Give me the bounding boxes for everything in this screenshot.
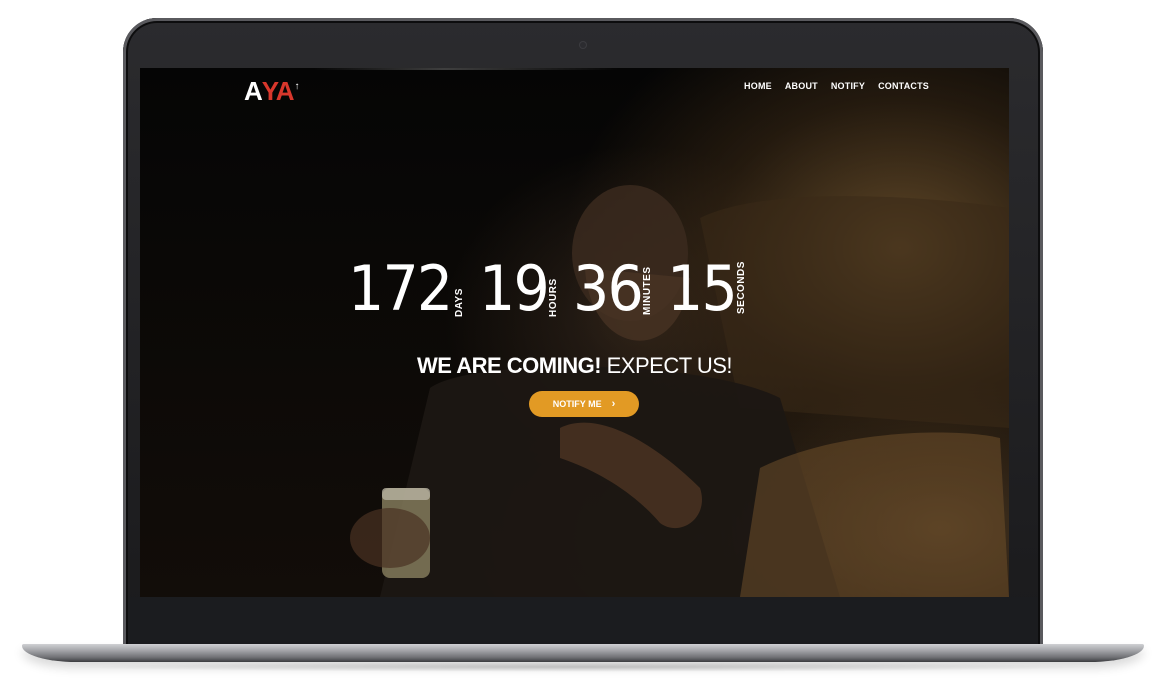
countdown-days: 172 DAYS	[348, 256, 479, 322]
days-label: DAYS	[454, 288, 466, 317]
laptop-shadow	[60, 662, 1104, 672]
background-photo	[350, 185, 1009, 597]
nav-home[interactable]: HOME	[744, 81, 772, 91]
headline-regular: EXPECT US!	[601, 353, 733, 378]
nav-about[interactable]: ABOUT	[785, 81, 818, 91]
countdown-seconds: 15 SECONDS	[667, 256, 761, 322]
screen-top-line	[140, 68, 1009, 70]
notify-me-label: NOTIFY ME	[552, 399, 602, 409]
seconds-label: SECONDS	[736, 261, 748, 314]
camera-dot	[580, 42, 586, 48]
days-value: 172	[348, 252, 453, 325]
logo-arrow-icon: ↑	[294, 81, 300, 92]
hours-value: 19	[479, 252, 550, 325]
logo-letter-a: A	[244, 76, 263, 106]
minutes-label: MINUTES	[642, 266, 654, 316]
main-nav: HOME ABOUT NOTIFY CONTACTS	[744, 81, 929, 91]
headline-bold: WE ARE COMING!	[416, 353, 602, 378]
nav-notify[interactable]: NOTIFY	[831, 81, 865, 91]
seconds-value: 15	[667, 252, 738, 325]
chevron-right-icon: ›	[611, 397, 616, 410]
hours-label: HOURS	[548, 278, 560, 317]
logo[interactable]: A YA ↑	[244, 76, 300, 106]
countdown-hours: 19 HOURS	[479, 256, 573, 322]
headline: WE ARE COMING! EXPECT US!	[140, 353, 1009, 379]
countdown-minutes: 36 MINUTES	[573, 256, 667, 322]
minutes-value: 36	[573, 252, 644, 325]
laptop-chin	[128, 597, 1038, 645]
nav-contacts[interactable]: CONTACTS	[878, 81, 929, 91]
logo-letters-ya: YA	[261, 76, 295, 106]
laptop-base	[22, 644, 1144, 662]
notify-me-button[interactable]: NOTIFY ME ›	[529, 391, 639, 417]
countdown: 172 DAYS 19 HOURS 36 MINUTES 15 SECONDS	[348, 256, 761, 322]
screen: A YA ↑ HOME ABOUT NOTIFY CONTACTS 172 DA…	[140, 68, 1009, 597]
